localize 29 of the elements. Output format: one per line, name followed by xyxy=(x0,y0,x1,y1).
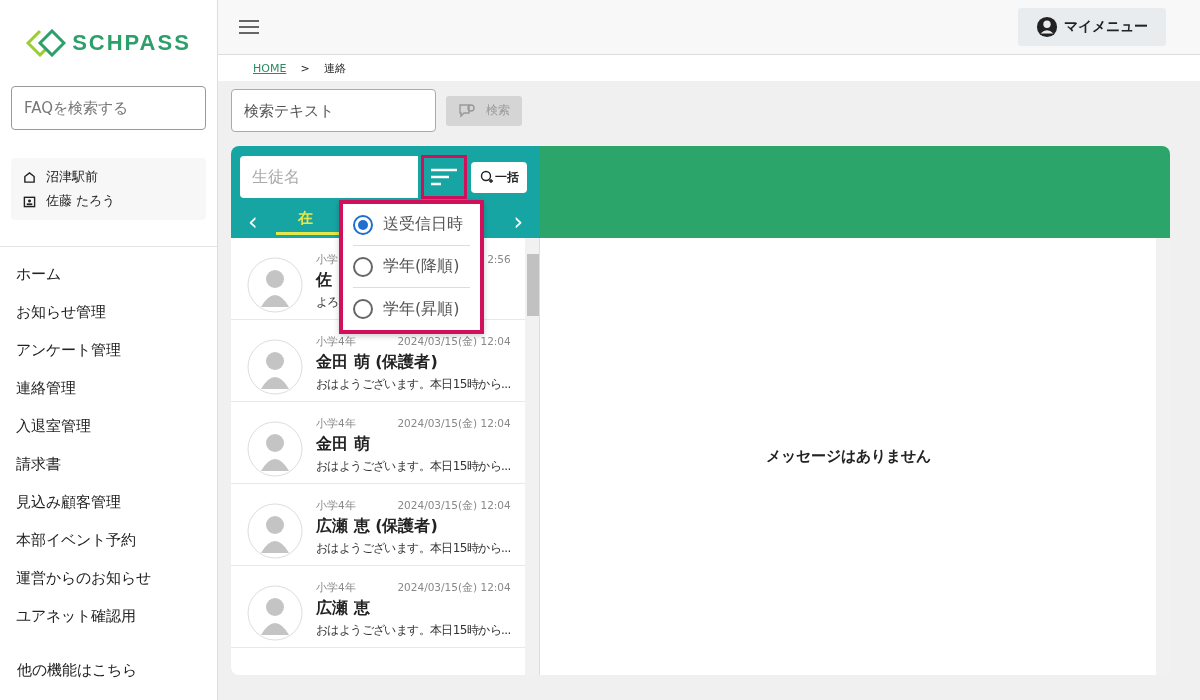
contact-name: 金田 萌 (保護者) xyxy=(316,352,438,373)
message-preview: おはようございます。本日15時から... xyxy=(316,376,511,393)
option-label: 送受信日時 xyxy=(383,214,463,235)
thread-date: 2024/03/15(金) 12:04 xyxy=(397,335,511,349)
school-name: 沼津駅前 xyxy=(46,168,98,186)
contact-name: 広瀬 恵 xyxy=(316,598,370,619)
empty-message: メッセージはありません xyxy=(765,447,931,466)
message-preview: おはようございます。本日15時から... xyxy=(316,540,511,557)
contact-name: 佐 xyxy=(316,270,332,291)
message-preview: おはようございます。本日15時から... xyxy=(316,458,511,475)
grade-label: 小学4年 xyxy=(316,581,356,595)
contact-name: 金田 萌 xyxy=(316,434,370,455)
message-preview: おはようございます。本日15時から... xyxy=(316,622,511,639)
thread-date: 2024/03/15(金) 12:04 xyxy=(397,417,511,431)
option-label: 学年(降順) xyxy=(383,256,460,277)
option-label: 学年(昇順) xyxy=(383,298,460,320)
grade-label: 小学 xyxy=(316,253,338,267)
thread-date: 2:56 xyxy=(487,253,511,267)
grade-label: 小学4年 xyxy=(316,335,356,349)
grade-label: 小学4年 xyxy=(316,499,356,513)
logo-text: SCHPASS xyxy=(72,30,191,56)
thread-date: 2024/03/15(金) 12:04 xyxy=(397,499,511,513)
breadcrumb-separator: > xyxy=(300,61,310,75)
thread-date: 2024/03/15(金) 12:04 xyxy=(397,581,511,595)
user-name: 佐藤 たろう xyxy=(46,192,116,210)
grade-label: 小学4年 xyxy=(316,417,356,431)
contact-name: 広瀬 恵 (保護者) xyxy=(316,516,438,537)
message-preview: よろ xyxy=(316,294,339,311)
breadcrumb-current: 連絡 xyxy=(323,60,346,76)
